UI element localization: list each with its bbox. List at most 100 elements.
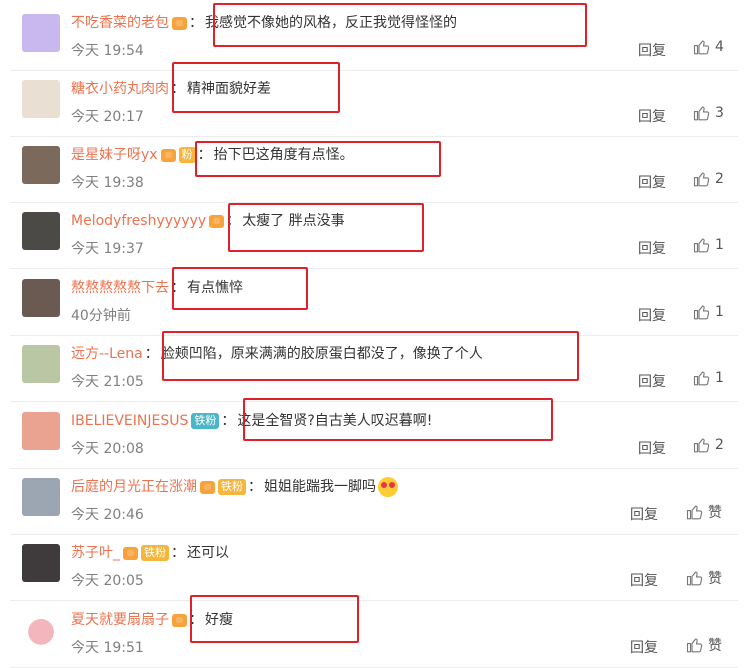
comment-time: 今天 19:37 (71, 241, 144, 257)
thumbs-up-icon (693, 305, 710, 320)
fan-badge: 铁粉 (218, 479, 246, 495)
colon-separator: ： (171, 545, 185, 561)
colon-separator: ： (189, 15, 203, 31)
like-count: 2 (715, 437, 724, 453)
avatar[interactable] (22, 146, 60, 184)
highlight-box (190, 595, 359, 643)
like-count: 赞 (708, 638, 722, 654)
username[interactable]: 是星妹子呀yx (71, 144, 158, 166)
comment-row: 夏天就要扇扇子：好瘦 今天 19:51 回复赞 (10, 601, 738, 668)
colon-separator: ： (248, 479, 262, 495)
fan-badge: 铁粉 (191, 413, 220, 429)
username[interactable]: 夏天就要扇扇子 (71, 609, 169, 631)
comment-row: 苏子叶_ 铁粉：还可以今天 20:05 回复 赞 (10, 534, 738, 601)
username[interactable]: 不吃香菜的老包 (71, 12, 169, 34)
like-button[interactable]: 1 (693, 369, 724, 387)
highlight-box (243, 398, 553, 441)
highlight-box (162, 331, 579, 381)
thumbs-up-icon (693, 172, 710, 187)
like-button[interactable]: 4 (693, 38, 724, 56)
like-count: 2 (715, 171, 724, 187)
reply-button[interactable]: 回复 (638, 40, 666, 60)
highlight-box (172, 267, 308, 310)
vip-badge-icon (200, 480, 215, 494)
username[interactable]: 远方--Lena (71, 343, 143, 365)
like-button[interactable]: 2 (693, 170, 724, 188)
reply-button[interactable]: 回复 (638, 106, 666, 126)
like-button[interactable]: 赞 (686, 502, 722, 522)
avatar[interactable] (22, 345, 60, 383)
reply-button[interactable]: 回复 (638, 305, 666, 325)
like-button[interactable]: 3 (693, 104, 724, 122)
thumbs-up-icon (686, 571, 703, 586)
reply-button[interactable]: 回复 (630, 637, 658, 657)
comment-row: 熬熬熬熬熬下去：有点憔悴 40分钟前 回复 1 (10, 269, 738, 336)
vip-badge-icon (172, 613, 187, 627)
reply-button[interactable]: 回复 (638, 438, 666, 458)
like-count: 赞 (708, 571, 722, 587)
thumbs-up-icon (693, 438, 710, 453)
username[interactable]: 苏子叶_ (71, 542, 120, 564)
comment-row: 糖衣小药丸肉肉：精神面貌好差 今天 20:17 回复 3 (10, 70, 738, 137)
thumbs-up-icon (686, 638, 703, 653)
like-button[interactable]: 1 (693, 236, 724, 254)
reply-button[interactable]: 回复 (638, 238, 666, 258)
username[interactable]: Melodyfreshyyyyyy (71, 210, 206, 232)
fan-badge: 铁粉 (141, 545, 169, 561)
comment-time: 今天 19:51 (71, 640, 144, 656)
like-button[interactable]: 2 (693, 436, 724, 454)
username[interactable]: 熬熬熬熬熬下去 (71, 277, 169, 299)
comment-head: 苏子叶_ 铁粉：还可以 (71, 542, 229, 564)
like-button[interactable]: 1 (693, 303, 724, 321)
comment-time: 40分钟前 (71, 308, 131, 324)
vip-badge-icon (172, 16, 187, 30)
comment-head: 后庭的月光正在涨潮 铁粉：姐姐能踹我一脚吗 (71, 476, 398, 498)
username[interactable]: 后庭的月光正在涨潮 (71, 476, 197, 498)
username[interactable]: 糖衣小药丸肉肉 (71, 78, 169, 100)
comment-time: 今天 20:08 (71, 441, 144, 457)
avatar[interactable] (22, 544, 60, 582)
highlight-box (228, 203, 424, 252)
thumbs-up-icon (693, 40, 710, 55)
like-button[interactable]: 赞 (686, 635, 722, 655)
avatar[interactable] (22, 80, 60, 118)
thumbs-up-icon (693, 238, 710, 253)
comment-text: 姐姐能踹我一脚吗 (264, 479, 376, 495)
colon-separator: ： (144, 346, 159, 362)
avatar[interactable] (22, 412, 60, 450)
like-button[interactable]: 赞 (686, 568, 722, 588)
comment-time: 今天 20:46 (71, 507, 144, 523)
comment-time: 今天 19:54 (71, 43, 144, 59)
reply-button[interactable]: 回复 (630, 570, 658, 590)
reply-button[interactable]: 回复 (638, 172, 666, 192)
highlight-box (195, 141, 441, 177)
like-count: 1 (715, 237, 724, 253)
comment-time: 今天 20:05 (71, 573, 144, 589)
avatar[interactable] (22, 212, 60, 250)
like-count: 赞 (708, 505, 722, 521)
fan-badge: 粉 (178, 147, 196, 163)
reply-button[interactable]: 回复 (630, 504, 658, 524)
avatar[interactable] (22, 279, 60, 317)
comment-time: 今天 20:17 (71, 109, 144, 125)
avatar[interactable] (22, 478, 60, 516)
vip-badge-icon (123, 546, 138, 560)
like-count: 4 (715, 39, 724, 55)
reply-button[interactable]: 回复 (638, 371, 666, 391)
highlight-box (172, 62, 340, 113)
comment-row: 后庭的月光正在涨潮 铁粉：姐姐能踹我一脚吗今天 20:46 回复 赞 (10, 468, 738, 535)
vip-badge-icon (209, 214, 225, 228)
comment-time: 今天 21:05 (71, 374, 144, 390)
like-count: 3 (715, 105, 724, 121)
thumbs-up-icon (686, 505, 703, 520)
vip-badge-icon (160, 148, 176, 162)
comment-text: 还可以 (187, 545, 229, 561)
like-count: 1 (715, 370, 724, 386)
avatar[interactable] (22, 14, 60, 52)
highlight-box (213, 3, 587, 47)
avatar[interactable] (22, 611, 60, 649)
heart-eyes-emoji-icon (378, 477, 398, 497)
username[interactable]: IBELIEVEINJESUS (71, 410, 188, 432)
comment-time: 今天 19:38 (71, 175, 144, 191)
thumbs-up-icon (693, 106, 710, 121)
